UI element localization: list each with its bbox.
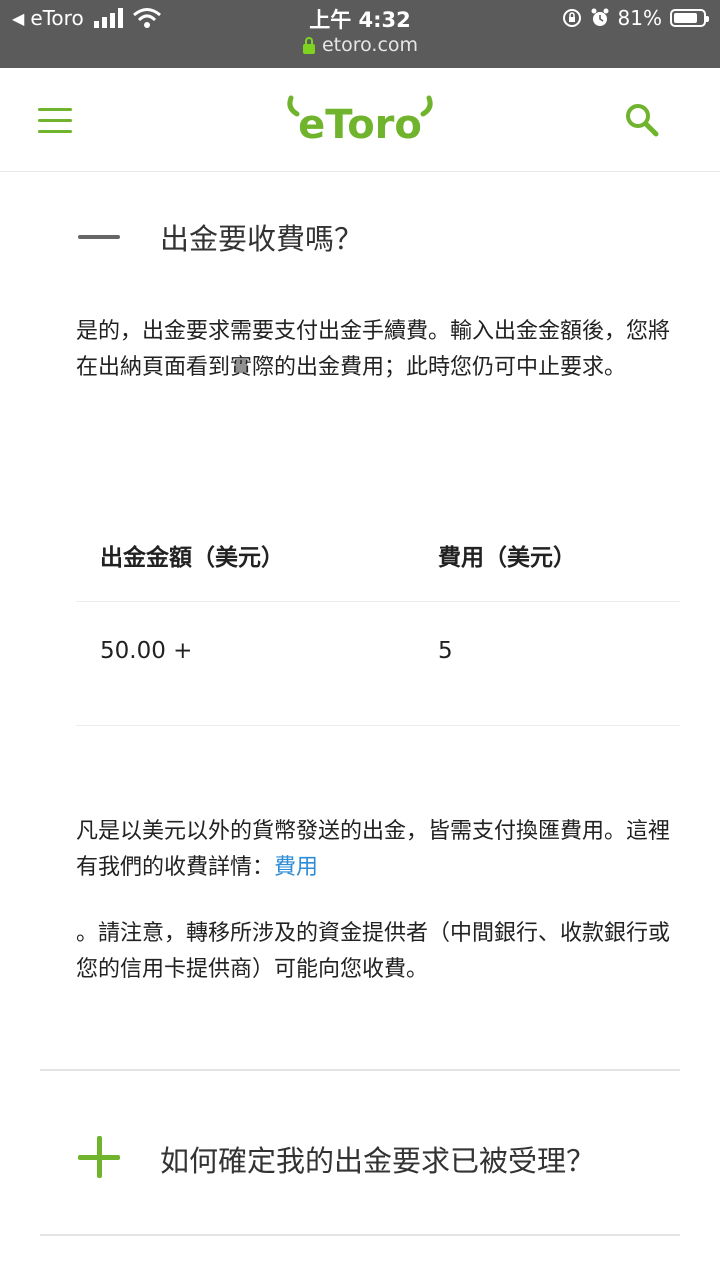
status-right: 81% xyxy=(562,6,709,30)
fees-link[interactable]: 費用 xyxy=(274,855,318,880)
faq-question: 出金要收費嗎？ xyxy=(160,222,364,256)
collapse-minus-icon[interactable] xyxy=(78,235,120,239)
faq-item-closed[interactable]: 如何確定我的出金要求已被受理？ xyxy=(0,1118,720,1198)
battery-percent: 81% xyxy=(617,6,662,30)
url-text: etoro.com xyxy=(321,34,419,56)
fee-cell-amount: 50.00 + xyxy=(100,638,193,664)
battery-icon xyxy=(670,9,709,27)
table-row: 50.00 + 5 xyxy=(76,602,680,726)
faq-question-closed: 如何確定我的出金要求已被受理？ xyxy=(160,1144,596,1178)
etoro-logo[interactable]: eToro xyxy=(0,94,720,148)
expand-plus-icon[interactable] xyxy=(78,1136,120,1178)
battery-level xyxy=(674,13,697,23)
faq-divider xyxy=(40,1234,680,1236)
etoro-logo-mark: eToro xyxy=(287,95,433,148)
status-bar: ◀ eToro 上午 4:32 etoro.com 81% xyxy=(0,0,720,68)
search-button[interactable] xyxy=(624,102,660,138)
logo-text: eToro xyxy=(298,102,422,144)
conversion-note-text: 凡是以美元以外的貨幣發送的出金，皆需支付換匯費用。這裡有我們的收費詳情： xyxy=(76,819,671,880)
fee-table-header: 出金金額（美元） 費用（美元） xyxy=(76,516,680,602)
faq-item-open-header[interactable]: 出金要收費嗎？ xyxy=(0,208,720,268)
site-header: eToro xyxy=(0,68,720,172)
lock-icon xyxy=(302,37,315,54)
alarm-icon xyxy=(591,8,609,26)
fee-table: 出金金額（美元） 費用（美元） 50.00 + 5 xyxy=(76,516,680,726)
faq-divider xyxy=(40,1069,680,1071)
faq-note-conversion: 凡是以美元以外的貨幣發送的出金，皆需支付換匯費用。這裡有我們的收費詳情：費用 xyxy=(76,814,676,886)
faq-note-third-party: 。請注意，轉移所涉及的資金提供者（中間銀行、收款銀行或您的信用卡提供商）可能向您… xyxy=(76,921,671,982)
search-icon xyxy=(626,104,659,137)
fee-col-header-amount: 出金金額（美元） xyxy=(100,545,284,571)
orientation-lock-icon xyxy=(562,9,581,27)
address-bar[interactable]: etoro.com xyxy=(0,34,720,56)
fee-cell-fee: 5 xyxy=(438,638,453,664)
fee-col-header-fee: 費用（美元） xyxy=(438,545,576,571)
faq-answer-intro: 是的，出金要求需要支付出金手續費。輸入出金金額後，您將在出納頁面看到實際的出金費… xyxy=(76,319,671,380)
